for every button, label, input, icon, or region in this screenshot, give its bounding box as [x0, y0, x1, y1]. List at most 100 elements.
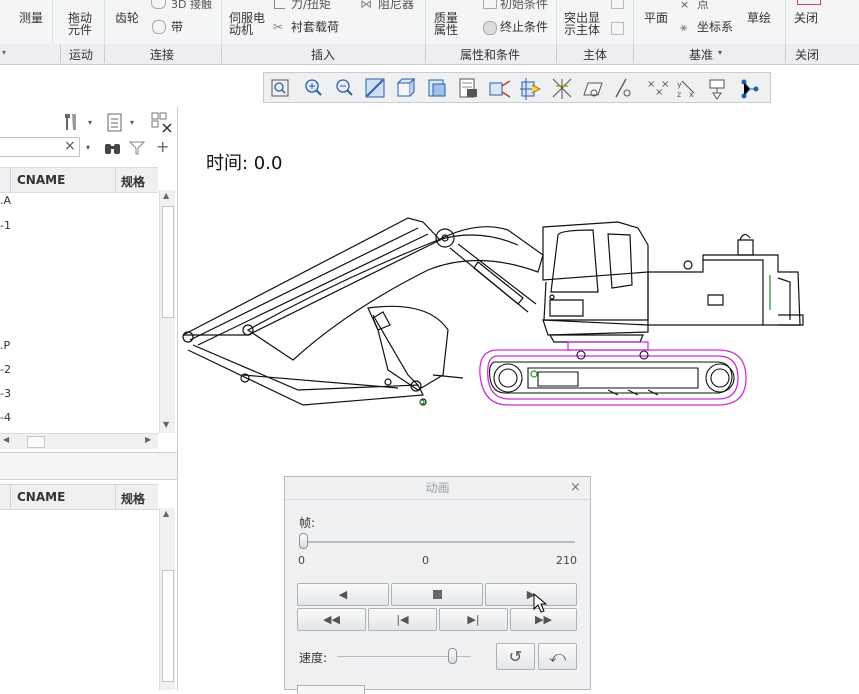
- filter-icon[interactable]: [128, 141, 146, 155]
- sketch-button[interactable]: 草绘: [747, 12, 771, 25]
- tree-settings-icon[interactable]: [62, 112, 76, 130]
- tree-row[interactable]: -3: [0, 387, 11, 400]
- plane-display-icon[interactable]: [583, 82, 603, 97]
- axis-display-icon[interactable]: [615, 78, 631, 98]
- vertical-scrollbar-2[interactable]: ▲: [159, 508, 175, 690]
- zoom-in-icon[interactable]: [305, 79, 322, 96]
- column-spec-2[interactable]: 规格: [121, 490, 145, 507]
- loop-button[interactable]: ↺: [496, 643, 535, 670]
- scroll-thumb[interactable]: [162, 206, 174, 318]
- point-display-icon[interactable]: × × ×: [647, 79, 669, 98]
- horizontal-scrollbar[interactable]: ◀ ▶: [0, 433, 158, 449]
- gear-button[interactable]: 齿轮: [115, 12, 139, 25]
- step-back-button[interactable]: |◀: [368, 608, 437, 631]
- close-button[interactable]: 关闭: [794, 12, 818, 25]
- repaint-icon[interactable]: [365, 78, 385, 98]
- initial-condition-button[interactable]: 初始条件: [500, 0, 548, 11]
- play-backward-button[interactable]: ◀: [297, 583, 389, 606]
- svg-text:y: y: [677, 80, 682, 89]
- reverse-icon: ⤺: [548, 647, 567, 666]
- scroll-up-icon[interactable]: ▲: [163, 509, 169, 518]
- graphics-toolbar: × × × y z x: [263, 72, 771, 103]
- panel-splitter[interactable]: [0, 452, 178, 480]
- point-icon: ×: [680, 0, 690, 11]
- body-tool-icon-1[interactable]: [611, 0, 624, 9]
- scroll-up-icon[interactable]: ▲: [163, 191, 169, 200]
- hscroll-thumb[interactable]: [27, 436, 45, 448]
- termination-condition-icon: [483, 21, 497, 35]
- group-body: 主体: [583, 48, 608, 62]
- annotation-display-icon[interactable]: [709, 79, 725, 100]
- saved-views-icon[interactable]: [459, 78, 477, 98]
- column-cname[interactable]: CNAME: [17, 173, 65, 187]
- drag-components-line2[interactable]: 元件: [68, 24, 92, 37]
- show-menu-icon[interactable]: [107, 113, 122, 132]
- csys-display-icon[interactable]: y z x: [677, 80, 695, 99]
- add-column-icon[interactable]: +: [156, 137, 169, 156]
- reverse-button[interactable]: ⤺: [538, 643, 577, 670]
- body-tool-icon-2[interactable]: [611, 22, 624, 35]
- perspective-icon[interactable]: [489, 80, 511, 98]
- scroll-right-icon[interactable]: ▶: [145, 435, 151, 444]
- mouse-cursor-icon: [533, 593, 548, 613]
- scroll-left-icon[interactable]: ◀: [3, 435, 9, 444]
- force-torque-button[interactable]: 力/扭矩: [291, 0, 331, 11]
- speed-slider-thumb[interactable]: [448, 648, 458, 664]
- play-forward-button[interactable]: ▶: [485, 583, 577, 606]
- stop-button[interactable]: [391, 583, 483, 606]
- column-spec[interactable]: 规格: [121, 173, 145, 190]
- layer-filter-icon[interactable]: [151, 112, 172, 133]
- svg-text:z: z: [677, 90, 681, 99]
- section-icon[interactable]: [520, 78, 542, 100]
- svg-text:x: x: [689, 90, 694, 99]
- show-chevron-down-icon[interactable]: ▾: [130, 118, 134, 127]
- coordinate-system-button[interactable]: 坐标系: [697, 21, 733, 34]
- point-button[interactable]: 点: [697, 0, 709, 11]
- tree-settings-chevron-down-icon[interactable]: ▾: [88, 118, 92, 127]
- group-properties-conditions: 属性和条件: [460, 48, 521, 62]
- tree-row[interactable]: .A: [0, 194, 11, 207]
- vertical-scrollbar[interactable]: ▲ ▼: [159, 190, 175, 433]
- bushing-load-button[interactable]: 衬套载荷: [291, 21, 339, 34]
- column-cname-2[interactable]: CNAME: [17, 490, 65, 504]
- rewind-button[interactable]: ◀◀: [297, 608, 366, 631]
- mass-properties-line2[interactable]: 属性: [434, 24, 458, 37]
- plane-button[interactable]: 平面: [644, 12, 668, 25]
- servo-motor-line2[interactable]: 动机: [229, 24, 253, 37]
- excavator-model[interactable]: [178, 200, 818, 420]
- tree-row[interactable]: -1: [0, 219, 11, 232]
- tree-row[interactable]: -2: [0, 363, 11, 376]
- highlight-body-line2[interactable]: 示主体: [564, 24, 600, 37]
- scroll-thumb-2[interactable]: [162, 570, 174, 682]
- search-chevron-down-icon[interactable]: ▾: [86, 143, 90, 152]
- animation-dialog: 动画 × 帧: 0 0 210 ◀ ▶ ◀◀ |◀ ▶| ▶▶ 速度: ↺ ⤺: [284, 476, 591, 694]
- datum-chevron-down-icon[interactable]: ▾: [718, 48, 722, 57]
- force-torque-icon: [274, 0, 285, 9]
- step-back-icon: |◀: [396, 613, 409, 626]
- stop-icon: [432, 590, 442, 599]
- find-icon[interactable]: [104, 141, 120, 155]
- contact-3d-button[interactable]: 3D 接触: [171, 0, 212, 11]
- tree-row[interactable]: .P: [0, 339, 10, 352]
- datum-display-icon[interactable]: [552, 78, 572, 99]
- tree-column-header: CNAME 规格: [0, 167, 158, 193]
- close-icon[interactable]: ×: [570, 480, 581, 495]
- frame-slider-thumb[interactable]: [299, 533, 308, 549]
- zoom-out-icon[interactable]: [336, 79, 353, 96]
- frame-slider-track[interactable]: [303, 541, 575, 543]
- refit-icon[interactable]: [271, 79, 289, 97]
- belt-button[interactable]: 带: [171, 21, 183, 34]
- scroll-down-icon[interactable]: ▼: [163, 420, 169, 429]
- spin-center-icon[interactable]: [741, 79, 759, 99]
- termination-condition-button[interactable]: 终止条件: [500, 21, 548, 34]
- damper-button[interactable]: 阻尼器: [378, 0, 414, 11]
- step-forward-button[interactable]: ▶|: [439, 608, 508, 631]
- display-style-icon[interactable]: [396, 77, 416, 97]
- contact-3d-icon: [151, 0, 166, 9]
- group-datum[interactable]: 基准: [689, 46, 713, 63]
- tree-row[interactable]: -4: [0, 411, 11, 424]
- clear-search-icon[interactable]: ×: [64, 138, 76, 154]
- chevron-down-icon[interactable]: ▾: [2, 48, 6, 57]
- view-manager-icon[interactable]: [428, 79, 446, 97]
- measure-button[interactable]: 测量: [19, 12, 43, 25]
